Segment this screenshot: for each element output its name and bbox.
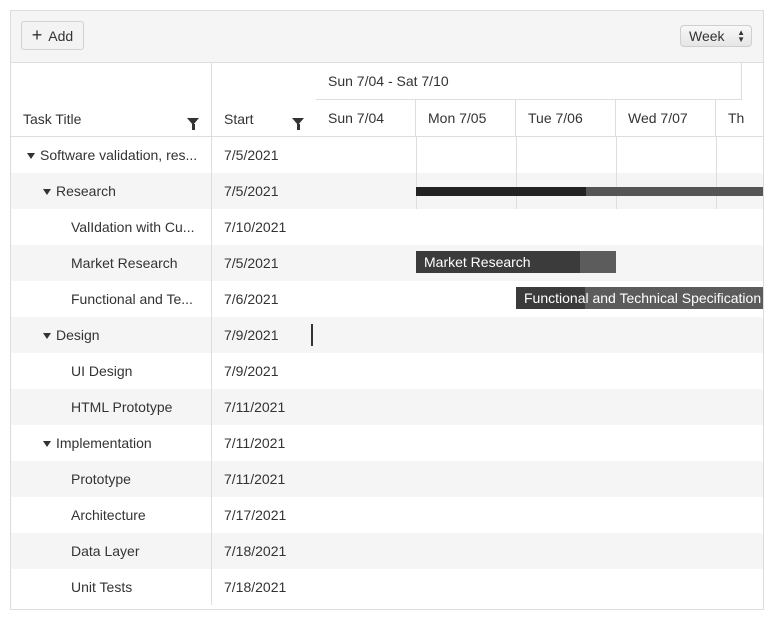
task-title: ValIdation with Cu...	[71, 219, 195, 235]
task-title-cell: Architecture	[11, 497, 212, 533]
summary-bar-progress	[416, 187, 587, 196]
task-title: Architecture	[71, 507, 146, 523]
task-list-header: Task Title Start	[11, 63, 316, 137]
task-bar-label: Functional and Technical Specification	[524, 290, 762, 306]
task-title-cell: Unit Tests	[11, 569, 212, 605]
task-title: Market Research	[71, 255, 178, 271]
task-start-cell: 7/17/2021	[224, 507, 287, 523]
task-title-cell: Research	[11, 173, 212, 209]
day-gridline	[416, 137, 417, 209]
updown-arrows-icon: ▲ ▼	[737, 28, 745, 44]
milestone-marker[interactable]	[311, 324, 313, 346]
task-title-cell: HTML Prototype	[11, 389, 212, 425]
toolbar: + Add Week ▲ ▼	[11, 11, 763, 63]
task-title-cell: Market Research	[11, 245, 212, 281]
task-start-cell: 7/5/2021	[224, 183, 279, 199]
task-row[interactable]: Market Research 7/5/2021	[11, 245, 763, 281]
add-task-button[interactable]: + Add	[21, 21, 84, 50]
view-selector-value: Week	[689, 28, 725, 44]
task-title: HTML Prototype	[71, 399, 173, 415]
task-title: Functional and Te...	[71, 291, 193, 307]
task-title: Software validation, res...	[40, 147, 198, 163]
timeline-days-header: Sun 7/04 Mon 7/05 Tue 7/06 Wed 7/07 Th	[316, 100, 763, 137]
task-row[interactable]: Architecture 7/17/2021	[11, 497, 763, 533]
task-start-cell: 7/9/2021	[224, 327, 279, 343]
timeline-week-header: Sun 7/04 - Sat 7/10	[316, 63, 742, 100]
timeline-day-header: Wed 7/07	[616, 100, 716, 137]
collapse-caret-icon[interactable]	[43, 189, 51, 195]
task-start-cell: 7/11/2021	[224, 399, 286, 415]
column-header-title[interactable]: Task Title	[11, 63, 212, 137]
task-title-cell: ValIdation with Cu...	[11, 209, 212, 245]
task-start-cell: 7/18/2021	[224, 543, 287, 559]
task-start-cell: 7/5/2021	[224, 147, 279, 163]
view-selector[interactable]: Week ▲ ▼	[680, 25, 752, 47]
day-gridline	[716, 137, 717, 209]
task-row[interactable]: Data Layer 7/18/2021	[11, 533, 763, 569]
task-row[interactable]: Unit Tests 7/18/2021	[11, 569, 763, 605]
filter-icon[interactable]	[187, 118, 199, 130]
filter-icon[interactable]	[292, 118, 304, 130]
day-gridline	[516, 137, 517, 209]
timeline-day-header: Tue 7/06	[516, 100, 616, 137]
task-title: Design	[56, 327, 100, 343]
task-row[interactable]: Prototype 7/11/2021	[11, 461, 763, 497]
timeline-day-header: Sun 7/04	[316, 100, 416, 137]
column-header-start-label: Start	[224, 111, 254, 127]
task-start-cell: 7/11/2021	[224, 435, 286, 451]
task-bar-label: Market Research	[424, 254, 531, 270]
task-start-cell: 7/10/2021	[224, 219, 287, 235]
task-title-cell: Prototype	[11, 461, 212, 497]
column-header-start[interactable]: Start	[212, 63, 316, 137]
add-button-label: Add	[48, 27, 74, 44]
task-title-cell: Functional and Te...	[11, 281, 212, 317]
task-bar-functional-spec[interactable]: Functional and Technical Specification	[516, 287, 763, 309]
task-title-cell: Design	[11, 317, 212, 353]
gantt-widget: + Add Week ▲ ▼ Task Title Start Sun 7/04 …	[10, 10, 764, 610]
day-gridline	[616, 137, 617, 209]
task-title: Data Layer	[71, 543, 140, 559]
task-start-cell: 7/9/2021	[224, 363, 279, 379]
task-start-cell: 7/18/2021	[224, 579, 287, 595]
task-title: Unit Tests	[71, 579, 133, 595]
task-title-cell: UI Design	[11, 353, 212, 389]
task-start-cell: 7/5/2021	[224, 255, 279, 271]
task-title-cell: Data Layer	[11, 533, 212, 569]
task-title-cell: Software validation, res...	[11, 137, 212, 173]
task-row[interactable]: HTML Prototype 7/11/2021	[11, 389, 763, 425]
collapse-caret-icon[interactable]	[43, 333, 51, 339]
timeline-day-header: Th	[716, 100, 763, 137]
timeline-day-header: Mon 7/05	[416, 100, 516, 137]
plus-icon: +	[31, 24, 43, 45]
collapse-caret-icon[interactable]	[43, 441, 51, 447]
collapse-caret-icon[interactable]	[27, 153, 35, 159]
task-start-cell: 7/6/2021	[224, 291, 279, 307]
task-title-cell: Implementation	[11, 425, 212, 461]
task-title: UI Design	[71, 363, 133, 379]
task-row[interactable]: ValIdation with Cu... 7/10/2021	[11, 209, 763, 245]
task-bar-market-research[interactable]: Market Research	[416, 251, 616, 273]
task-row[interactable]: Implementation 7/11/2021	[11, 425, 763, 461]
task-start-cell: 7/11/2021	[224, 471, 286, 487]
column-header-title-label: Task Title	[23, 111, 82, 127]
task-title: Implementation	[56, 435, 152, 451]
task-row[interactable]: UI Design 7/9/2021	[11, 353, 763, 389]
task-title: Research	[56, 183, 116, 199]
gantt-grid: Task Title Start Sun 7/04 - Sat 7/10 Sun…	[11, 63, 763, 609]
task-title: Prototype	[71, 471, 131, 487]
summary-bar-research[interactable]	[416, 187, 763, 196]
task-row[interactable]: Software validation, res... 7/5/2021	[11, 137, 763, 173]
task-row[interactable]: Design 7/9/2021	[11, 317, 763, 353]
